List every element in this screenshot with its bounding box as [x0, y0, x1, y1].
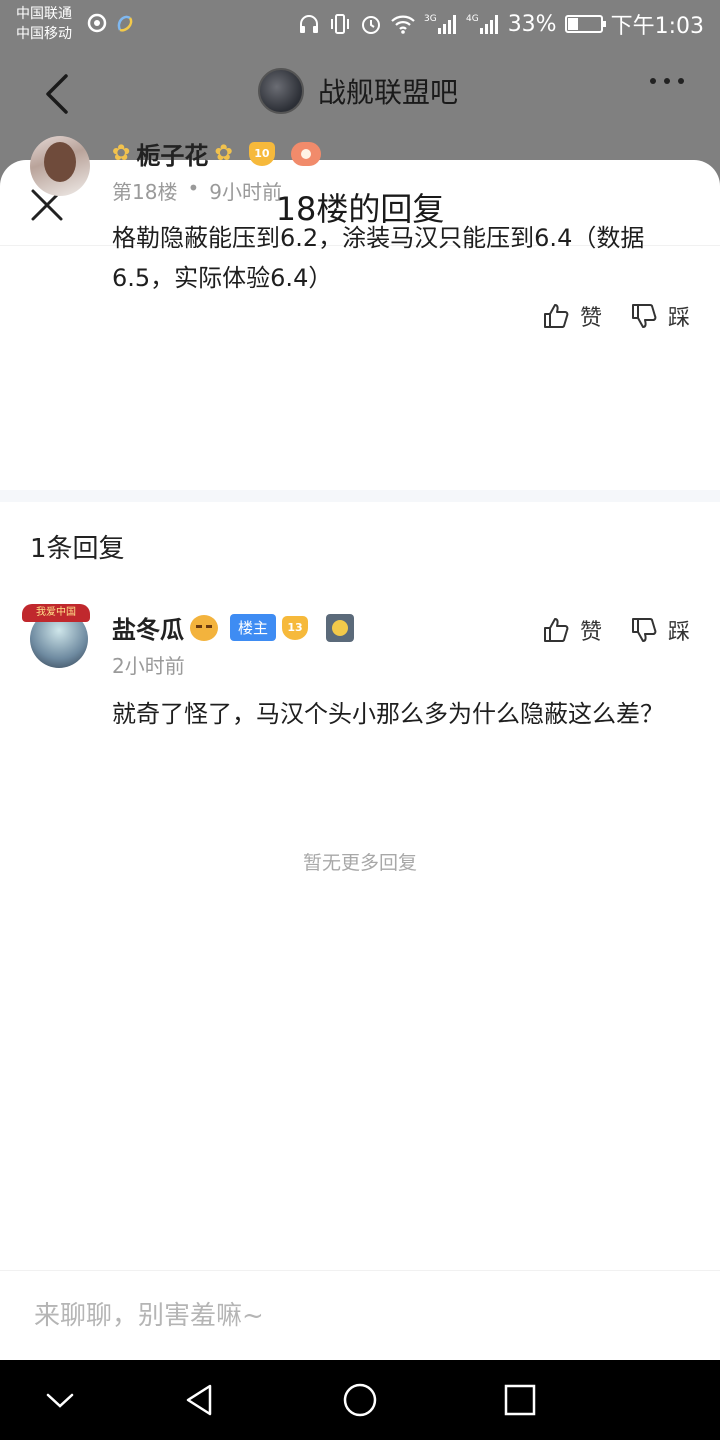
comment-bar [0, 1270, 720, 1360]
status-bar: 中国联通 中国移动 3G 4G 33% 下午1:03 [0, 0, 720, 48]
reply-dislike-button[interactable]: 踩 [630, 614, 690, 646]
thumbs-up-icon [544, 618, 569, 642]
reply-content: 就奇了怪了，马汉个头小那么多为什么隐蔽这么差？ [112, 700, 664, 728]
reply-author-row: 盐冬瓜 楼主 13 [112, 610, 355, 645]
chevron-down-icon[interactable] [40, 1380, 80, 1420]
svg-text:4G: 4G [466, 14, 479, 24]
signal-4g-icon: 4G [466, 14, 498, 34]
section-divider [0, 490, 720, 502]
back-arrow-icon[interactable] [38, 70, 78, 118]
avatar[interactable] [30, 136, 90, 196]
battery-level [567, 18, 579, 30]
forum-name: 战舰联盟吧 [318, 76, 459, 109]
forum-title-group[interactable]: 战舰联盟吧 [258, 68, 458, 114]
like-button[interactable]: 赞 [542, 300, 602, 332]
status-right: 3G 4G 33% 下午1:03 [298, 8, 704, 40]
medal-badge-icon [326, 613, 355, 642]
comment-input[interactable] [34, 1295, 654, 1337]
carrier-1: 中国联通 [16, 6, 72, 22]
thumbs-down-icon [632, 304, 657, 328]
vibrate-icon [330, 14, 349, 34]
thumbs-down-icon [632, 618, 657, 642]
battery-percent: 33% [507, 11, 557, 37]
post-time: 9小时前 [209, 180, 282, 204]
angry-cat-emoji-icon [190, 614, 218, 641]
clock: 下午1:03 [610, 14, 704, 39]
system-nav-bar [0, 1360, 720, 1440]
like-label: 赞 [580, 620, 603, 645]
alarm-icon [361, 16, 380, 34]
signal-3g-icon: 3G [424, 14, 456, 34]
wifi-icon [390, 15, 415, 34]
reply-username[interactable]: 盐冬瓜 [112, 610, 184, 645]
dislike-label: 踩 [668, 306, 691, 331]
netease-icon [87, 13, 107, 33]
post-author-row: ✿ 栀子花 ✿ 10 [112, 136, 321, 171]
reply-sheet: 18楼的回复 [0, 160, 720, 1360]
svg-text:3G: 3G [424, 14, 437, 24]
more-options-icon[interactable] [650, 78, 684, 84]
no-more-replies: 暂无更多回复 [302, 852, 417, 874]
post-content: 格勒隐蔽能压到6.2，涂装马汉只能压到6.4（数据6.5，实际体验6.4） [112, 224, 645, 292]
meta-dot: • [187, 176, 200, 200]
game-badge-icon [290, 141, 321, 166]
thumbs-up-icon [544, 304, 569, 328]
reply-avatar[interactable]: 我爱中国 [22, 604, 90, 672]
avatar-frame-banner: 我爱中国 [22, 604, 90, 622]
back-triangle-icon[interactable] [180, 1380, 220, 1420]
app-notification-icon [117, 15, 133, 32]
post-username[interactable]: 栀子花 [136, 136, 208, 171]
battery-icon [564, 15, 606, 33]
carrier-info: 中国联通 中国移动 [16, 4, 72, 44]
dislike-button[interactable]: 踩 [630, 300, 690, 332]
flower-icon: ✿ [112, 141, 131, 166]
level-badge: 13 [282, 615, 309, 640]
owner-badge: 楼主 [230, 614, 277, 641]
dislike-label: 踩 [668, 620, 691, 645]
level-badge: 10 [248, 141, 275, 166]
home-circle-icon[interactable] [340, 1380, 380, 1420]
floor-number: 第18楼 [112, 180, 178, 204]
like-label: 赞 [580, 306, 603, 331]
reply-time: 2小时前 [112, 654, 185, 678]
headphone-icon [299, 15, 318, 33]
recents-square-icon[interactable] [500, 1380, 540, 1420]
reply-count: 1条回复 [30, 534, 125, 564]
flower-icon: ✿ [214, 141, 233, 166]
reply-like-button[interactable]: 赞 [542, 614, 602, 646]
post-meta: 第18楼 • 9小时前 [112, 176, 282, 205]
carrier-2: 中国移动 [16, 26, 72, 42]
forum-header: 战舰联盟吧 [0, 48, 720, 160]
forum-avatar [258, 68, 304, 114]
notification-icons [86, 12, 136, 34]
